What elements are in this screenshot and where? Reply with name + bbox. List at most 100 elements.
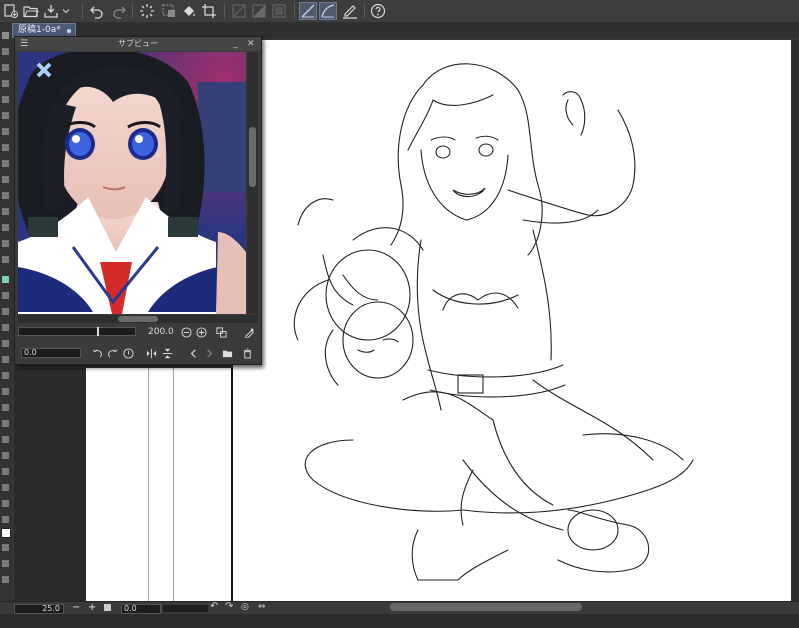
guide-line <box>173 368 174 601</box>
flip-icon[interactable]: ⇔ <box>258 602 266 612</box>
open-folder-icon[interactable] <box>22 2 40 20</box>
subview-angle-field[interactable]: 0.0 <box>21 348 81 358</box>
import-image-icon[interactable] <box>221 347 233 359</box>
tool-icon[interactable] <box>2 80 9 87</box>
reset-rotation-icon[interactable]: ◎ <box>241 602 249 612</box>
tool-icon[interactable] <box>2 176 9 183</box>
angle-field[interactable]: 0.0 <box>121 604 161 614</box>
tool-icon[interactable] <box>2 112 9 119</box>
reference-image[interactable] <box>18 52 246 314</box>
select-clear-icon[interactable] <box>160 2 178 20</box>
panel-menu-icon[interactable]: ☰ <box>20 37 28 51</box>
subview-zoom-value: 200.0 <box>148 327 174 337</box>
snap-gradient-icon[interactable] <box>250 2 268 20</box>
tool-icon[interactable] <box>2 128 9 135</box>
tool-icon[interactable] <box>2 388 9 395</box>
tool-icon[interactable] <box>2 544 9 551</box>
tool-icon[interactable] <box>2 356 9 363</box>
tool-icon[interactable] <box>2 32 9 39</box>
subview-title-bar[interactable]: ☰ サブビュー _ ✕ <box>15 37 261 51</box>
toolbar-separator <box>132 3 133 19</box>
close-icon[interactable]: ✕ <box>247 37 255 51</box>
new-canvas-icon[interactable] <box>2 2 20 20</box>
tool-icon[interactable] <box>2 144 9 151</box>
tool-icon[interactable] <box>2 404 9 411</box>
tool-icon[interactable] <box>2 576 9 583</box>
crop-icon[interactable] <box>200 2 218 20</box>
zoom-value: 25.0 <box>42 604 60 613</box>
tool-icon[interactable] <box>2 64 9 71</box>
subview-vertical-scrollbar[interactable] <box>247 52 258 314</box>
tool-icon[interactable] <box>2 452 9 459</box>
scrollbar-thumb[interactable] <box>249 127 256 187</box>
tool-icon[interactable] <box>2 468 9 475</box>
snap-off-icon[interactable] <box>230 2 248 20</box>
ruler-snap-icon[interactable] <box>299 2 317 20</box>
eyedropper-icon[interactable] <box>243 326 255 338</box>
tool-icon[interactable] <box>2 256 9 263</box>
command-bar <box>0 0 799 23</box>
rotate-right-icon[interactable] <box>106 347 118 359</box>
slider-handle[interactable] <box>97 327 99 336</box>
flip-horizontal-icon[interactable] <box>145 347 157 359</box>
active-tool-icon[interactable] <box>2 276 9 283</box>
window-bottom-edge <box>0 614 799 628</box>
tool-icon[interactable] <box>2 160 9 167</box>
tool-icon[interactable] <box>2 324 9 331</box>
zoom-out-icon[interactable]: − <box>72 602 80 613</box>
zoom-in-icon[interactable]: + <box>88 602 96 613</box>
tool-icon[interactable] <box>2 500 9 507</box>
tool-icon[interactable] <box>2 340 9 347</box>
zoom-field[interactable]: 25.0 <box>14 604 64 614</box>
drawing-canvas[interactable] <box>233 40 799 601</box>
angle-slider[interactable] <box>163 605 208 612</box>
rotate-left-icon[interactable] <box>91 347 103 359</box>
help-icon[interactable] <box>369 2 387 20</box>
guide-line <box>148 368 149 601</box>
reset-rotation-icon[interactable] <box>122 347 134 359</box>
tool-icon[interactable] <box>2 484 9 491</box>
rotate-left-icon[interactable]: ↶ <box>210 601 218 612</box>
zoom-slider[interactable] <box>18 327 136 336</box>
tool-icon[interactable] <box>2 560 9 567</box>
delete-image-icon[interactable] <box>241 347 253 359</box>
tool-icon[interactable] <box>2 292 9 299</box>
tool-icon[interactable] <box>2 96 9 103</box>
undo-icon[interactable] <box>88 2 106 20</box>
save-icon[interactable] <box>42 2 60 20</box>
zoom-out-icon[interactable] <box>180 326 192 338</box>
fit-page-icon[interactable] <box>104 604 111 611</box>
tool-icon[interactable] <box>2 192 9 199</box>
redo-icon[interactable] <box>110 2 128 20</box>
main-color-swatch[interactable] <box>1 528 11 538</box>
loading-icon[interactable] <box>138 2 156 20</box>
tool-icon[interactable] <box>2 420 9 427</box>
curve-snap-icon[interactable] <box>319 2 337 20</box>
tool-icon[interactable] <box>2 308 9 315</box>
scrollbar-thumb[interactable] <box>118 316 158 322</box>
zoom-in-icon[interactable] <box>195 326 207 338</box>
flip-vertical-icon[interactable] <box>161 347 173 359</box>
reference-illustration <box>18 52 246 314</box>
minimize-icon[interactable]: _ <box>233 37 238 51</box>
pen-ruler-icon[interactable] <box>341 2 359 20</box>
tool-icon[interactable] <box>2 436 9 443</box>
canvas-vertical-scrollbar[interactable] <box>791 40 799 601</box>
workspace-background <box>14 368 86 601</box>
fill-icon[interactable] <box>180 2 198 20</box>
fit-view-icon[interactable] <box>215 326 227 338</box>
tool-icon[interactable] <box>2 208 9 215</box>
previous-image-icon[interactable] <box>187 347 199 359</box>
next-image-icon[interactable] <box>203 347 215 359</box>
tool-icon[interactable] <box>2 240 9 247</box>
tool-icon[interactable] <box>2 224 9 231</box>
tool-icon[interactable] <box>2 48 9 55</box>
tool-icon[interactable] <box>2 372 9 379</box>
snap-frame-icon[interactable] <box>270 2 288 20</box>
canvas-horizontal-scrollbar[interactable] <box>390 603 582 611</box>
tool-icon[interactable] <box>2 516 9 523</box>
canvas-area[interactable] <box>86 368 231 601</box>
dropdown-icon[interactable] <box>60 2 72 20</box>
subview-horizontal-scrollbar[interactable] <box>18 315 258 323</box>
rotate-right-icon[interactable]: ↷ <box>225 601 233 612</box>
